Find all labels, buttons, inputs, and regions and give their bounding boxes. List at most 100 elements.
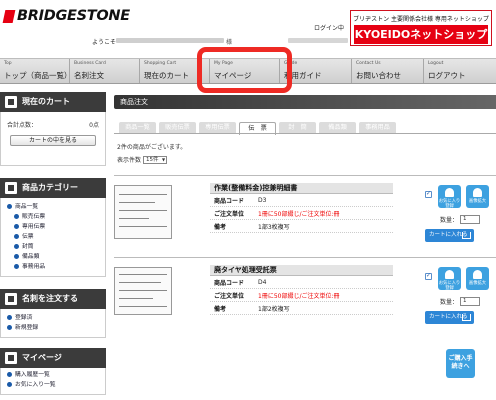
favorite-button[interactable]: お気に入り登録 [438,185,461,209]
bullet-icon [7,372,12,377]
welcome-text: ようこそ [92,39,117,46]
unit-label: ご注文単位 [214,292,245,300]
bullet-icon [14,224,19,229]
select-checkbox[interactable] [425,190,432,198]
category-item-office[interactable]: 事務用品 [7,262,99,272]
shop-banner[interactable]: ブリヂストン 主要関係会社様 専用ネットショップ KYOEIDOネットショップ [350,10,492,46]
mypage-item-history[interactable]: 購入履歴一覧 [7,370,99,380]
bridgestone-logo[interactable]: BRIDGESTONE [2,8,130,24]
nav-logout[interactable]: Logout ログアウト [424,59,496,83]
product-unit-row: ご注文単位 1冊に50部綴じ/ご注文単位:冊 [210,207,393,220]
sidebar: 現在のカート 合計点数： 0点 カートの中を見る 商品カテゴリー 商品一覧 販売… [0,92,106,395]
mypage-item-favorites[interactable]: お気に入り一覧 [7,380,99,390]
cart-section-title: 現在のカート [22,97,70,106]
redacted-user-name [116,38,224,43]
category-item-sales[interactable]: 販売伝票 [7,212,99,222]
note-value: 1部3枚複写 [258,223,290,231]
favorite-button[interactable]: お気に入り登録 [438,267,461,291]
add-to-cart-button[interactable]: カートに入れる [425,311,474,324]
select-checkbox[interactable] [425,272,432,280]
nav-en-label: Top [4,61,12,66]
zoom-image-button[interactable]: 画像拡大 [466,185,489,208]
product-thumbnail[interactable] [114,185,172,239]
welcome-suffix: 様 [226,39,233,46]
category-item-envelope[interactable]: 封筒 [7,242,99,252]
product-code-row: 商品コード D4 [210,276,393,289]
favorite-icon [445,188,454,197]
code-label: 商品コード [214,279,245,287]
category-item-slip[interactable]: 伝票 [7,232,99,242]
per-page-label: 表示件数 [117,157,142,164]
meishi-item-new[interactable]: 新規登録 [7,323,99,333]
cart-total-value: 0点 [89,122,99,129]
nav-en-label: Business Card [74,61,106,66]
code-value: D3 [258,196,267,204]
bullet-icon [14,214,19,219]
bullet-icon [14,254,19,259]
zoom-label: 画像拡大 [468,199,487,204]
nav-jp-label: ログアウト [428,71,466,80]
meishi-label: 新規登録 [15,325,39,331]
meishi-item-registered[interactable]: 登録済 [7,313,99,323]
product-title[interactable]: 廃タイヤ処理受託票 [210,265,393,276]
category-label: 専用伝票 [22,224,46,230]
product-thumbnail[interactable] [114,267,172,315]
item-divider [114,175,496,176]
bullet-icon [14,234,19,239]
note-value: 1部2枚複写 [258,305,290,313]
mypage-section-title: マイページ [22,353,62,362]
category-label: 封筒 [22,244,34,250]
cart-total-row: 合計点数： 0点 [7,120,99,129]
bullet-icon [7,204,12,209]
category-list: 商品一覧 販売伝票 専用伝票 伝票 封筒 備品類 事務用品 [0,198,106,277]
item-divider [114,257,496,258]
product-info-table: 作業(整備料金)控兼明細書 商品コード D3 ご注文単位 1冊に50部綴じ/ご注… [210,183,393,233]
meishi-label: 登録済 [15,315,33,321]
zoom-icon [473,270,482,279]
nav-business-card[interactable]: Business Card 名刺注文 [70,59,140,83]
mypage-label: お気に入り一覧 [15,382,56,388]
product-note-row: 備考 1部2枚複写 [210,302,393,315]
zoom-image-button[interactable]: 画像拡大 [466,267,489,290]
nav-top[interactable]: Top トップ（商品一覧） [0,59,72,83]
mypage-section-header: マイページ [0,348,106,368]
category-item-supplies[interactable]: 備品類 [7,252,99,262]
zoom-icon [473,188,482,197]
category-label: 備品類 [22,254,40,260]
cart-total-label: 合計点数： [7,122,38,129]
unit-label: ご注文単位 [214,210,245,218]
main-content: 商品注文 商品一覧 販売伝票 専用伝票 伝 票 封 筒 備品類 事務用品 2件の… [114,95,496,378]
category-item-all[interactable]: 商品一覧 [7,202,99,212]
add-to-cart-label: カートに入れる [429,314,468,320]
product-item: 廃タイヤ処理受託票 商品コード D4 ご注文単位 1冊に50部綴じ/ご注文単位:… [114,257,496,335]
bullet-icon [7,325,12,330]
add-to-cart-button[interactable]: カートに入れる [425,229,474,242]
my-page-highlight-outline [197,47,292,93]
tab-divider [114,133,496,134]
category-section-title: 商品カテゴリー [22,183,78,192]
nav-contact[interactable]: Contact Us お問い合わせ [352,59,424,83]
brand-name: BRIDGESTONE [17,8,130,24]
category-label: 伝票 [22,234,34,240]
quantity-input[interactable]: 1 [460,297,481,306]
nav-jp-label: 名刺注文 [74,71,104,80]
quantity-input[interactable]: 1 [460,215,481,224]
product-title[interactable]: 作業(整備料金)控兼明細書 [210,183,393,194]
page-title: 商品注文 [114,95,496,109]
quantity-label: 数量： [440,217,459,224]
proceed-checkout-button[interactable]: ご購入手続きへ [446,349,475,378]
shop-subtitle: ブリヂストン 主要関係会社様 専用ネットショップ [353,16,489,23]
nav-jp-label: 現在のカート [144,71,189,80]
square-bullet-icon [5,293,17,305]
per-page-select[interactable]: 15件 [143,155,168,164]
per-page-control: 表示件数 15件 [117,155,168,164]
category-item-special[interactable]: 専用伝票 [7,222,99,232]
square-bullet-icon [5,96,17,108]
nav-en-label: Shopping Cart [144,61,177,66]
quantity-label: 数量： [440,299,459,306]
add-to-cart-label: カートに入れる [429,232,468,238]
view-cart-button[interactable]: カートの中を見る [10,135,96,146]
user-icon [5,352,17,364]
code-label: 商品コード [214,197,245,205]
favorite-label: お気に入り登録 [438,199,461,209]
